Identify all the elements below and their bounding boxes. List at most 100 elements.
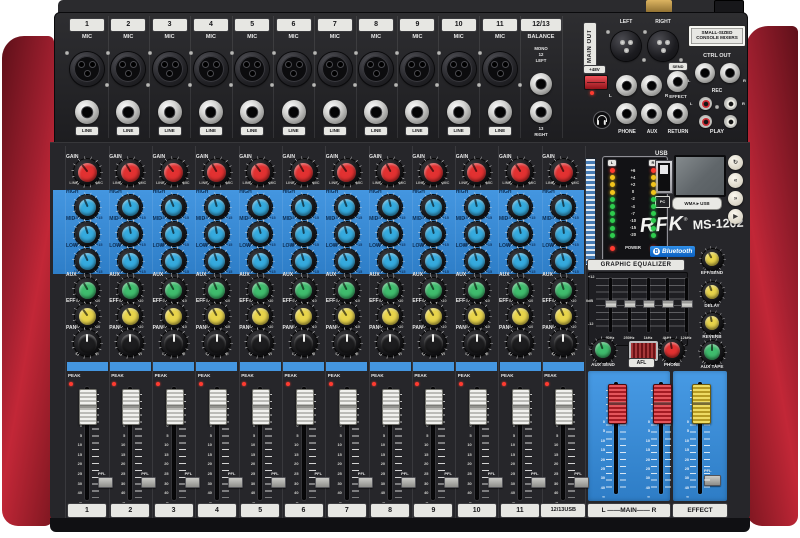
ch8-fader-cap[interactable] — [382, 389, 400, 425]
ch6-high-knob-pointer — [300, 199, 304, 207]
ch10-peak-label: PEAK — [458, 373, 471, 378]
ch1-pfl-button[interactable] — [98, 477, 113, 488]
ch3-pan-knob-pointer — [173, 334, 175, 343]
channel-label-4: 4 — [198, 504, 236, 517]
ch1-mic-label: MIC — [72, 34, 102, 40]
main-r-fader-cap[interactable] — [653, 384, 672, 424]
phone-knob[interactable] — [661, 339, 684, 362]
eq-band-60Hz-cap[interactable] — [605, 300, 617, 308]
brand-reg: ® — [684, 217, 688, 223]
phantom-power-switch[interactable] — [584, 75, 608, 90]
ch10-mic-label: MIC — [444, 34, 474, 40]
ch8-mic-label: MIC — [361, 34, 391, 40]
ch2-fader-cap[interactable] — [122, 389, 140, 425]
ch2-pfl-button[interactable] — [141, 477, 156, 488]
ch3-high-knob-pointer — [169, 199, 174, 207]
ch2-pan-knob-cap — [121, 334, 140, 353]
surface-strip-separator — [195, 146, 196, 518]
ch4-mic-label: MIC — [196, 34, 226, 40]
ch5-fader-cap[interactable] — [252, 389, 270, 425]
brand-name: RFK — [639, 213, 684, 238]
aux-tape-knob[interactable] — [701, 341, 724, 364]
ch11-pfl-button[interactable] — [531, 477, 546, 488]
ch12-13-eff-max-label: 10 — [572, 325, 586, 329]
ch11-eff-knob-pointer — [515, 308, 521, 316]
ch11-low-knob-pointer — [516, 253, 521, 261]
delay-knob[interactable] — [702, 282, 723, 303]
ch12-13-pan-max-label: R — [572, 352, 586, 356]
play-pause-button[interactable]: ▶ — [728, 209, 743, 224]
ch1-strip-bar — [67, 362, 108, 371]
ch11-fader-cap[interactable] — [512, 389, 530, 425]
meter-ruler — [585, 158, 596, 266]
ch7-aux-knob-pointer — [342, 282, 347, 290]
eq-band-4kHz-cap[interactable] — [662, 300, 674, 308]
ch11-high-knob-pointer — [516, 199, 520, 207]
ch4-pfl-button[interactable] — [228, 477, 243, 488]
eq-band-1kHz-cap[interactable] — [643, 300, 655, 308]
ch4-pan-min-label: L — [194, 352, 208, 356]
usb-port[interactable] — [655, 160, 673, 194]
delay-knob-pointer — [709, 285, 713, 292]
ch2-number-label: 2 — [111, 19, 145, 31]
ch3-high-knob-cap — [162, 196, 184, 218]
ch4-fader-cap[interactable] — [209, 389, 227, 425]
ch1-gain-knob-pointer — [80, 164, 87, 172]
ch3-pfl-button[interactable] — [185, 477, 200, 488]
ch4-high-knob-cap — [206, 196, 227, 217]
ch6-pfl-button[interactable] — [315, 477, 330, 488]
ch8-mid-knob-pointer — [388, 225, 391, 233]
prev-button[interactable]: « — [728, 173, 743, 188]
reverb-knob[interactable] — [702, 313, 723, 334]
ch3-fader-cap[interactable] — [166, 389, 184, 425]
main-l-fader-cap[interactable] — [608, 384, 627, 424]
loop-button[interactable]: ↻ — [728, 155, 743, 170]
ch2-mid-knob-cap — [120, 224, 140, 244]
meter-led-l--15 — [610, 226, 615, 231]
ch12-13-fader-cap[interactable] — [555, 389, 573, 425]
afl-button[interactable] — [629, 341, 658, 361]
meter-left-label: L — [608, 160, 616, 166]
ch10-pfl-button[interactable] — [488, 477, 503, 488]
ch1-pan-min-label: L — [64, 352, 78, 356]
ch5-pfl-button[interactable] — [271, 477, 286, 488]
ch8-strip-bar — [370, 362, 411, 371]
ch12-13-peak-label: PEAK — [544, 373, 557, 378]
ch9-pan-min-label: L — [410, 352, 424, 356]
ch12-13-pfl-button[interactable] — [574, 477, 589, 488]
ch7-pfl-label: PFL — [358, 471, 366, 476]
meter-led-r--15 — [651, 226, 656, 231]
meter-led-r-+6 — [651, 168, 656, 173]
ch7-peak-label: PEAK — [328, 373, 341, 378]
ch7-fader-cap[interactable] — [339, 389, 357, 425]
ch4-line-input-jack — [199, 100, 223, 124]
ch6-aux-knob-pointer — [300, 282, 305, 290]
power-label: POWER — [617, 245, 649, 250]
ch6-fader-cap[interactable] — [296, 389, 314, 425]
ch4-mid-knob-cap — [207, 224, 227, 244]
ch7-pfl-button[interactable] — [358, 477, 373, 488]
power-led-l — [610, 246, 615, 251]
eq-band-12kHz-cap[interactable] — [681, 300, 693, 308]
eff-send-knob[interactable] — [702, 249, 723, 270]
ch5-low-knob-pointer — [256, 253, 261, 261]
ch7-fader-scale: 0 5 10 15 20 25 30 40 ∞ — [330, 421, 342, 507]
ch1-fader-cap[interactable] — [79, 389, 97, 425]
ch8-pfl-button[interactable] — [401, 477, 416, 488]
effect-fader-cap[interactable] — [692, 384, 711, 424]
ch7-line-label: LINE — [324, 127, 346, 135]
play-rca-r — [724, 115, 737, 128]
next-button[interactable]: » — [728, 191, 743, 206]
rec-rca-r — [724, 97, 737, 110]
aux-send-knob[interactable] — [592, 339, 615, 362]
eq-band-250Hz-cap[interactable] — [624, 300, 636, 308]
ch10-fader-cap[interactable] — [469, 389, 487, 425]
ch2-gain-min-label: LINE — [107, 181, 121, 185]
ch4-strip-bar — [196, 362, 237, 371]
ctrl-out-r: R — [743, 78, 746, 83]
ch9-fader-cap[interactable] — [425, 389, 443, 425]
ch8-aux-knob-pointer — [386, 282, 391, 290]
ch1-eff-knob-pointer — [81, 309, 87, 316]
ch9-pfl-button[interactable] — [444, 477, 459, 488]
effect-return-jack — [667, 103, 688, 124]
